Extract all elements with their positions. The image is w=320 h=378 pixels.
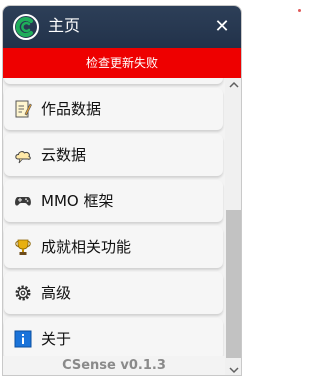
menu-item-works-data[interactable]: 作品数据 <box>4 88 223 130</box>
title-bar: 主页 ✕ <box>3 6 241 48</box>
menu-item-mmo-framework[interactable]: MMO 框架 <box>4 180 223 222</box>
menu-item-advanced[interactable]: 高级 <box>4 272 223 314</box>
menu-item-label: 关于 <box>41 330 72 348</box>
menu-item-cloud-data[interactable]: 云数据 <box>4 134 223 176</box>
menu-item-label: 高级 <box>41 284 72 302</box>
cloud-icon <box>15 151 31 164</box>
version-label: CSense v0.1.3 <box>62 358 166 373</box>
scrollbar-thumb[interactable] <box>226 210 241 358</box>
menu-item-achievements[interactable]: 成就相关功能 <box>4 226 223 268</box>
close-icon[interactable]: ✕ <box>212 17 232 37</box>
menu-item-label: 作品数据 <box>41 100 102 118</box>
trophy-icon <box>15 239 31 255</box>
memo-icon <box>15 100 32 118</box>
previous-item-edge <box>4 78 223 84</box>
info-icon <box>14 330 32 348</box>
menu-item-label: 成就相关功能 <box>41 238 132 256</box>
scroll-down-arrow-icon[interactable] <box>225 363 242 376</box>
gamepad-icon <box>15 197 31 206</box>
update-failed-banner[interactable]: 检查更新失败 <box>3 48 241 78</box>
main-window: 主页 ✕ 检查更新失败 作品数据 云数据 MMO 框架 成就相关功能 高级 关于… <box>2 5 242 376</box>
red-dot <box>298 9 301 12</box>
window-title: 主页 <box>48 16 81 35</box>
csense-logo-icon <box>13 14 39 40</box>
scrollbar[interactable] <box>225 78 242 376</box>
menu-list: 作品数据 云数据 MMO 框架 成就相关功能 高级 关于 <box>3 78 225 356</box>
menu-item-about[interactable]: 关于 <box>4 318 223 356</box>
menu-item-label: 云数据 <box>41 146 87 164</box>
gear-icon <box>15 285 31 301</box>
menu-item-label: MMO 框架 <box>41 192 114 210</box>
scroll-up-arrow-icon[interactable] <box>225 78 242 92</box>
